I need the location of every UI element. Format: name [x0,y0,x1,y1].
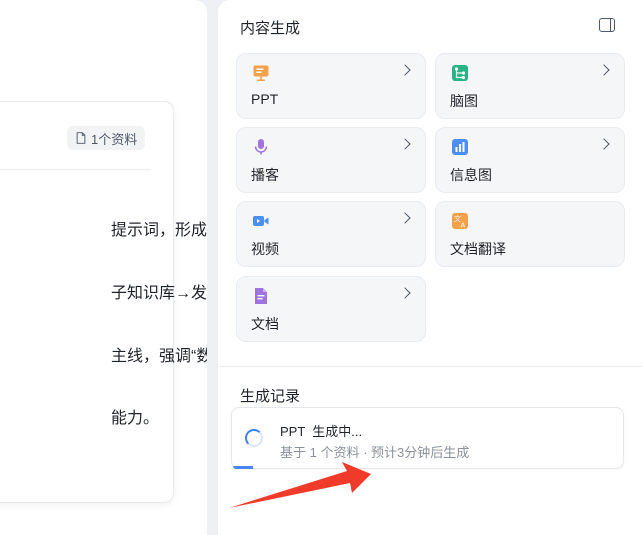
text-fragment: 能力。 [111,410,160,427]
sidebar-toggle-icon[interactable] [599,18,615,32]
video-icon [251,211,271,231]
tile-label: 文档翻译 [450,241,506,257]
source-count-label: 1个资料 [91,131,138,147]
section-divider [218,366,643,367]
chevron-right-icon [598,138,610,150]
document-icon [251,286,271,306]
content-generation-panel: 内容生成 PPT 脑图 播客 信息图 视频 文 A 文档翻译 文档 生成记录 P… [218,0,643,535]
chevron-right-icon [399,287,411,299]
chevron-right-icon [399,138,411,150]
record-progress-bar [233,466,253,469]
ppt-icon [251,63,271,83]
tile-infographic[interactable]: 信息图 [435,127,625,193]
tile-label: 信息图 [450,167,492,183]
record-title: PPT 生成中... [280,424,363,439]
tile-mindmap[interactable]: 脑图 [435,53,625,119]
tile-label: 脑图 [450,93,478,109]
chevron-right-icon [399,212,411,224]
source-count-badge[interactable]: 1个资料 [67,126,146,150]
generation-record-item[interactable]: PPT 生成中... 基于 1 个资料 · 预计3分钟后生成 [231,407,624,469]
tile-label: 文档 [251,316,279,332]
text-fragment: 提示词，形成信息 [111,222,207,239]
microphone-icon [251,137,271,157]
infographic-icon [450,137,470,157]
records-title: 生成记录 [240,388,301,405]
tile-label: 视频 [251,241,279,257]
tile-podcast[interactable]: 播客 [236,127,426,193]
mindmap-icon [450,63,470,83]
record-subtitle: 基于 1 个资料 · 预计3分钟后生成 [280,445,470,460]
svg-text:A: A [461,222,466,230]
file-icon [76,132,86,144]
tile-ppt[interactable]: PPT [236,53,426,119]
chevron-right-icon [399,64,411,76]
tile-label: PPT [251,91,279,107]
text-fragment: 主线，强调“数据决 [111,348,207,365]
text-fragment: 子知识库→发布并 [111,285,207,302]
tile-label: 播客 [251,167,279,183]
panel-title: 内容生成 [240,20,301,37]
card-divider [0,169,151,170]
loading-spinner-icon [245,429,263,447]
tile-document-translate[interactable]: 文 A 文档翻译 [435,201,625,267]
left-pane: 1个资料 提示词，形成信息 子知识库→发布并 主线，强调“数据决 能力。 [0,0,207,535]
chevron-right-icon [598,64,610,76]
tile-video[interactable]: 视频 [236,201,426,267]
tile-document[interactable]: 文档 [236,276,426,342]
translate-icon: 文 A [450,211,470,231]
